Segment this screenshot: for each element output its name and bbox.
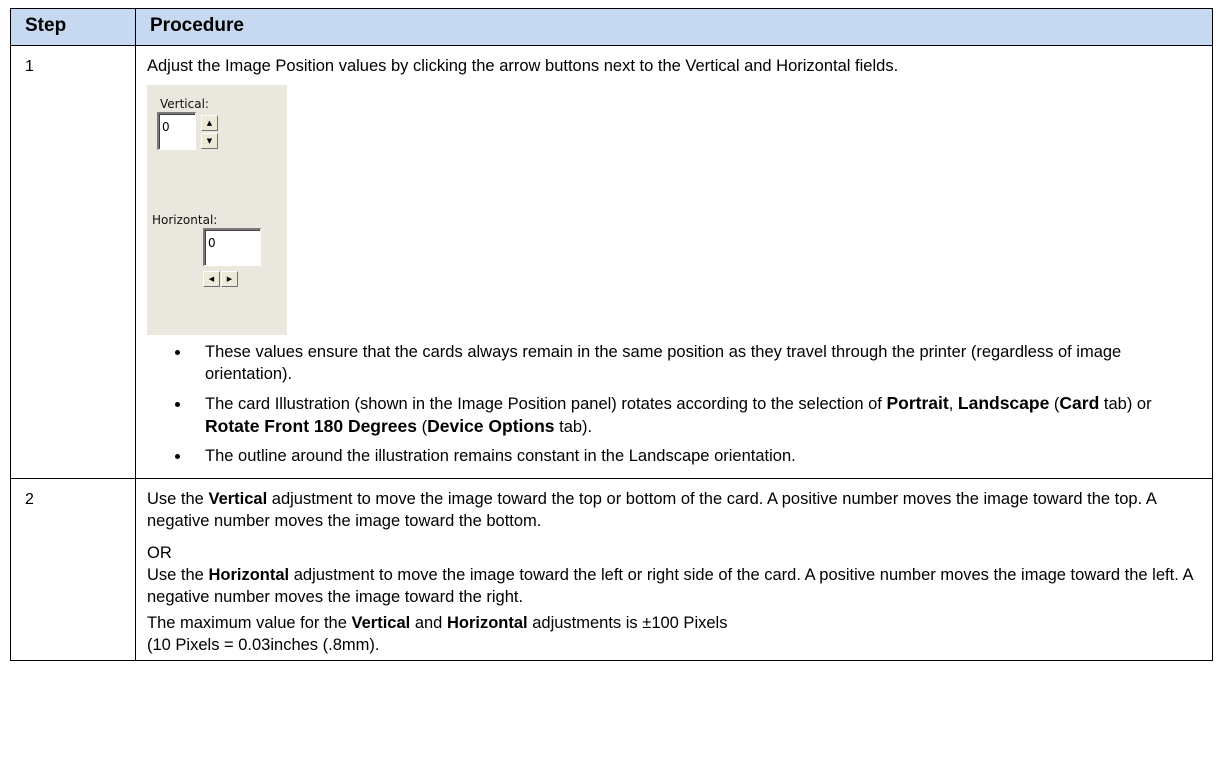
vertical-field[interactable]: 0 — [157, 112, 196, 150]
step-number: 2 — [10, 478, 136, 661]
procedure-cell: Use the Vertical adjustment to move the … — [135, 478, 1213, 661]
maximum-value-text: The maximum value for the Vertical and H… — [147, 614, 728, 654]
horizontal-left-button[interactable]: ◀ — [203, 271, 220, 287]
document-page: Step Procedure 1 Adjust the Image Positi… — [0, 0, 1222, 780]
procedure-table: Step Procedure 1 Adjust the Image Positi… — [10, 8, 1213, 661]
step-number: 1 — [10, 45, 136, 479]
step-column-header: Step — [10, 8, 136, 46]
arrow-left-icon: ◀ — [208, 275, 215, 283]
vertical-adjustment-text: Use the Vertical adjustment to move the … — [147, 490, 1156, 530]
arrow-up-icon: ▲ — [206, 119, 213, 127]
arrow-down-icon: ▼ — [206, 137, 213, 145]
vertical-down-button[interactable]: ▼ — [201, 133, 218, 149]
procedure-cell: Adjust the Image Position values by clic… — [135, 45, 1213, 479]
horizontal-right-button[interactable]: ▶ — [221, 271, 238, 287]
horizontal-field[interactable]: 0 — [203, 228, 261, 266]
arrow-right-icon: ▶ — [226, 275, 233, 283]
list-item: These values ensure that the cards alway… — [191, 341, 1201, 385]
procedure-column-header: Procedure — [135, 8, 1213, 46]
notes-list: These values ensure that the cards alway… — [147, 341, 1201, 467]
list-item: The card Illustration (shown in the Imag… — [191, 392, 1201, 438]
table-row: 1 Adjust the Image Position values by cl… — [10, 45, 1213, 479]
image-position-panel: Vertical: 0 ▲ ▼ Horizontal: 0 ◀ ▶ — [147, 85, 287, 335]
list-item: The outline around the illustration rema… — [191, 445, 1201, 467]
table-header-row: Step Procedure — [10, 8, 1213, 46]
step1-intro: Adjust the Image Position values by clic… — [147, 57, 899, 75]
vertical-up-button[interactable]: ▲ — [201, 115, 218, 131]
or-text: OR — [147, 544, 172, 562]
table-row: 2 Use the Vertical adjustment to move th… — [10, 478, 1213, 661]
horizontal-adjustment-text: Use the Horizontal adjustment to move th… — [147, 566, 1193, 606]
